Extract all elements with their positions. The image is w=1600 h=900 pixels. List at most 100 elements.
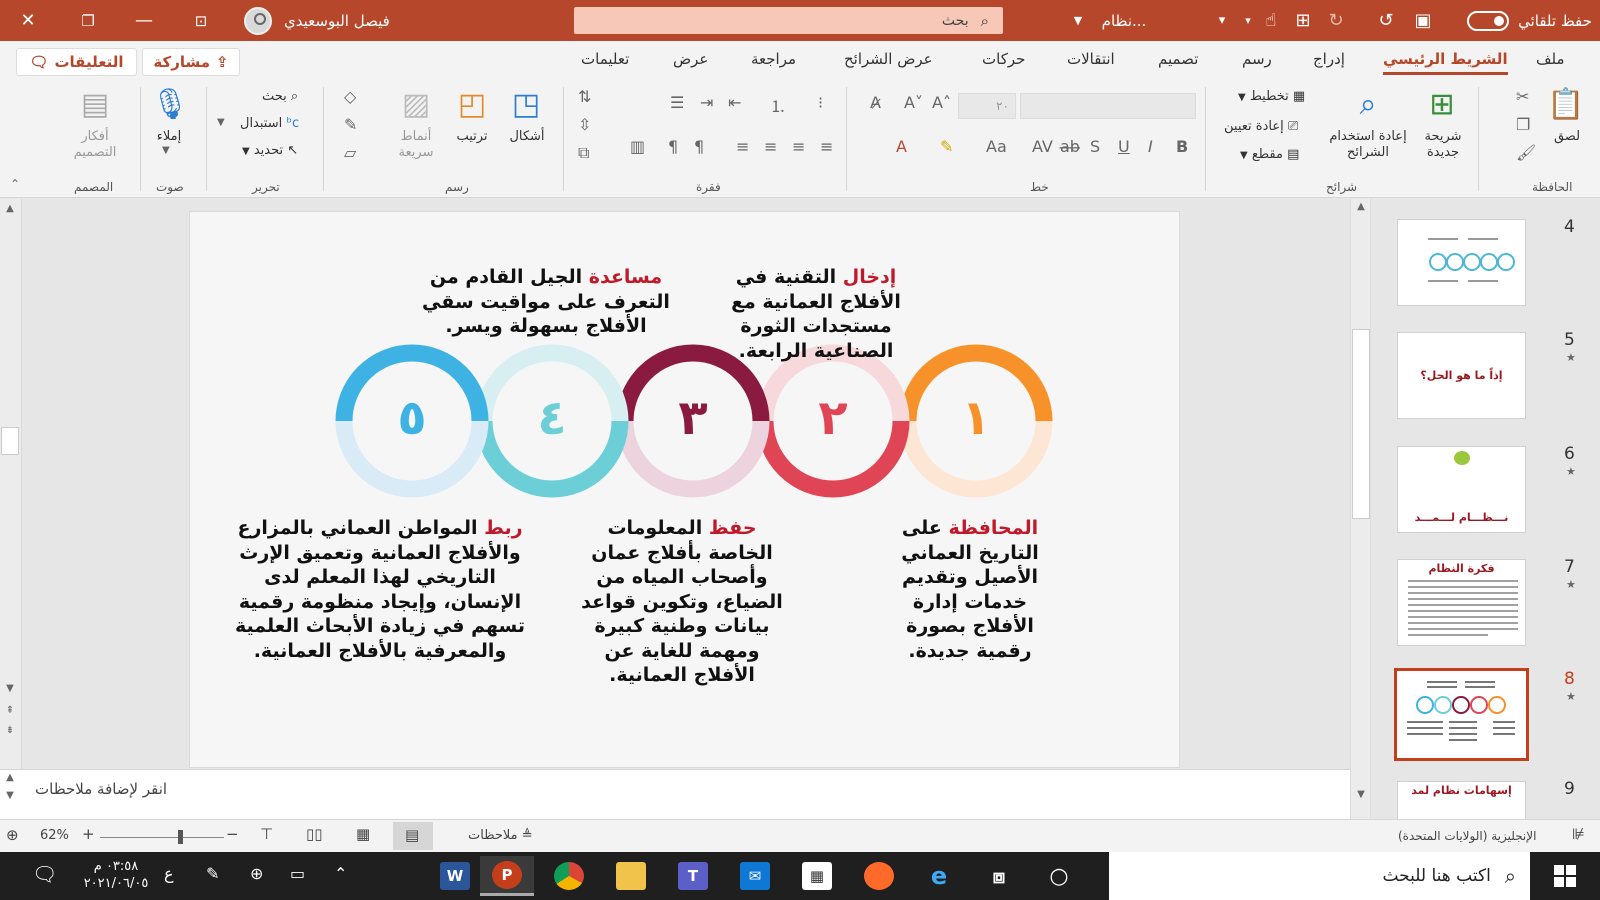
touch-mode-chevron-icon[interactable]: ▾ <box>1240 0 1256 41</box>
next-slide-icon[interactable]: ⇟ <box>0 725 20 736</box>
reading-view-icon[interactable]: ▯▯ <box>306 825 323 843</box>
input-language[interactable]: ع <box>164 864 174 883</box>
zoom-slider[interactable] <box>100 837 224 838</box>
chevron-down-icon[interactable]: ▼ <box>1068 0 1088 41</box>
new-slide-button[interactable]: شريحة جديدة <box>1420 129 1466 161</box>
scroll-thumb[interactable] <box>1 427 19 455</box>
slide-thumbnail-7[interactable]: فكرة النظام <box>1397 559 1526 646</box>
quick-styles-button[interactable]: أنماط سريعة <box>392 129 440 161</box>
tab-draw[interactable]: رسم <box>1242 50 1272 68</box>
undo-icon[interactable]: ↺ <box>1373 0 1399 41</box>
teams-app[interactable]: T <box>666 856 720 896</box>
language-status[interactable]: الإنجليزية (الولايات المتحدة) <box>1398 829 1536 843</box>
zoom-out-icon[interactable]: − <box>226 825 239 843</box>
increase-indent-icon[interactable]: ⇥ <box>700 93 713 112</box>
touch-mode-icon[interactable]: ☝ <box>1258 0 1284 41</box>
slide-thumbnail-9[interactable]: إسهامات نظام لمد <box>1397 781 1526 819</box>
scroll-thumb[interactable] <box>1352 329 1370 519</box>
select-button[interactable]: ▼ تحديد ↖ <box>242 143 298 160</box>
fit-to-window-icon[interactable]: ⊕ <box>6 826 19 844</box>
ribbon-display-icon[interactable]: ⊡ <box>183 0 219 41</box>
strikethrough-icon[interactable]: a̶b̶ <box>1060 137 1080 156</box>
close-icon[interactable]: ✕ <box>10 0 46 41</box>
save-icon[interactable]: ▣ <box>1409 0 1437 41</box>
section-button[interactable]: ▼ مقطع ▤ <box>1240 147 1299 164</box>
tab-animations[interactable]: حركات <box>982 50 1025 68</box>
chevron-down-icon[interactable]: ▼ <box>162 145 170 156</box>
zoom-level[interactable]: 62% <box>40 828 69 843</box>
tab-review[interactable]: مراجعة <box>751 50 796 68</box>
document-name[interactable]: نظام... <box>1094 0 1154 41</box>
bullets-icon[interactable]: ⁝ <box>818 93 823 112</box>
mail-app[interactable]: ✉ <box>728 856 782 896</box>
decrease-indent-icon[interactable]: ⇤ <box>728 93 741 112</box>
columns-icon[interactable]: ▥ <box>630 137 645 156</box>
slide-thumbnail-4[interactable] <box>1397 219 1526 306</box>
align-left-icon[interactable]: ≡ <box>820 137 833 156</box>
scroll-down-icon[interactable]: ▼ <box>0 790 20 801</box>
scroll-up-icon[interactable]: ▲ <box>0 203 20 214</box>
scroll-down-icon[interactable]: ▼ <box>0 683 20 694</box>
start-presentation-icon[interactable]: ⊞ <box>1290 0 1316 41</box>
align-center-icon[interactable]: ≡ <box>792 137 805 156</box>
explorer-app[interactable] <box>604 856 658 896</box>
search-box[interactable]: بحث ⌕ <box>574 7 1003 34</box>
shadow-icon[interactable]: S <box>1090 137 1100 156</box>
ltr-icon[interactable]: ¶ <box>668 137 678 156</box>
avatar[interactable] <box>244 7 272 35</box>
comments-button[interactable]: 🗨 التعليقات <box>16 48 137 76</box>
taskbar-search[interactable]: اكتب هنا للبحث ⌕ <box>1109 852 1530 900</box>
text-block-3[interactable]: المحافظة على التاريخ العماني الأصيل وتقد… <box>895 516 1045 663</box>
notes-toggle[interactable]: ملاحظات ≜ <box>468 828 533 843</box>
justify-icon[interactable]: ≡ <box>736 137 749 156</box>
network-icon[interactable]: ⊕ <box>250 864 263 883</box>
powerpoint-app[interactable]: P <box>480 856 534 896</box>
store-app[interactable]: ▦ <box>790 856 844 896</box>
text-block-5[interactable]: ربط المواطن العماني بالمزارع والأفلاج ال… <box>234 516 526 663</box>
battery-icon[interactable]: ▭ <box>290 864 305 883</box>
dictate-button[interactable]: إملاء <box>150 129 188 145</box>
zoom-in-icon[interactable]: + <box>82 825 95 843</box>
chevron-down-icon[interactable]: ▼ <box>217 117 225 128</box>
show-hidden-icons[interactable]: ⌃ <box>334 864 347 883</box>
highlight-icon[interactable]: ✎ <box>940 137 953 156</box>
align-text-icon[interactable]: ⇳ <box>578 115 591 134</box>
scroll-up-icon[interactable]: ▲ <box>0 772 20 783</box>
redo-icon[interactable]: ↻ <box>1323 0 1349 41</box>
user-name[interactable]: فيصل البوسعيدي <box>284 0 394 41</box>
normal-view-button[interactable]: ▤ <box>393 822 433 850</box>
tab-help[interactable]: تعليمات <box>581 50 629 68</box>
pen-icon[interactable]: ✎ <box>206 864 219 883</box>
bold-icon[interactable]: B <box>1176 137 1188 156</box>
previous-slide-icon[interactable]: ⇞ <box>0 705 20 716</box>
clock[interactable]: ٠٣:٥٨ م ٢٠٢١/٠٦/٠٥ <box>76 858 156 892</box>
firefox-app[interactable] <box>852 856 906 896</box>
zoom-slider-thumb[interactable] <box>178 830 183 844</box>
notes-placeholder[interactable]: انقر لإضافة ملاحظات <box>35 780 167 798</box>
decrease-font-icon[interactable]: A˅ <box>904 93 923 112</box>
shape-fill-icon[interactable]: ◇ <box>344 87 356 106</box>
task-view[interactable]: ⧈ <box>972 856 1026 896</box>
customize-qat-icon[interactable]: ▾ <box>1212 0 1232 41</box>
tab-home[interactable]: الشريط الرئيسي <box>1383 50 1508 75</box>
start-button[interactable] <box>1530 852 1600 900</box>
smartart-icon[interactable]: ⧉ <box>578 143 589 163</box>
slide-thumbnail-8[interactable] <box>1394 668 1529 761</box>
increase-font-icon[interactable]: A˄ <box>932 93 951 112</box>
text-direction-icon[interactable]: ⇅ <box>578 87 591 106</box>
collapse-ribbon-icon[interactable]: ⌃ <box>10 177 20 191</box>
tab-transitions[interactable]: انتقالات <box>1067 50 1115 68</box>
layout-button[interactable]: ▼ تخطيط ▦ <box>1238 89 1305 106</box>
accessibility-icon[interactable]: ⊯ <box>1572 825 1585 843</box>
scroll-down-icon[interactable]: ▼ <box>1351 789 1371 800</box>
font-color-icon[interactable]: A <box>896 137 907 156</box>
notification-icon[interactable]: 🗨 <box>32 862 57 886</box>
slide-sorter-icon[interactable]: ▦ <box>356 825 370 843</box>
arrange-button[interactable]: ترتيب <box>454 129 490 145</box>
slide-canvas[interactable]: ١ ٢ ٣ ٤ ٥ إدخال التقنية في الأفلاج العما… <box>189 211 1180 768</box>
cut-icon[interactable]: ✂ <box>1516 87 1529 106</box>
char-spacing-icon[interactable]: AV <box>1032 137 1053 156</box>
font-size-box[interactable]: ٢٠ <box>958 93 1016 119</box>
slide-thumbnail-6[interactable]: نـــظـــام لـــمـــد <box>1397 446 1526 533</box>
minimize-icon[interactable]: — <box>126 0 162 41</box>
